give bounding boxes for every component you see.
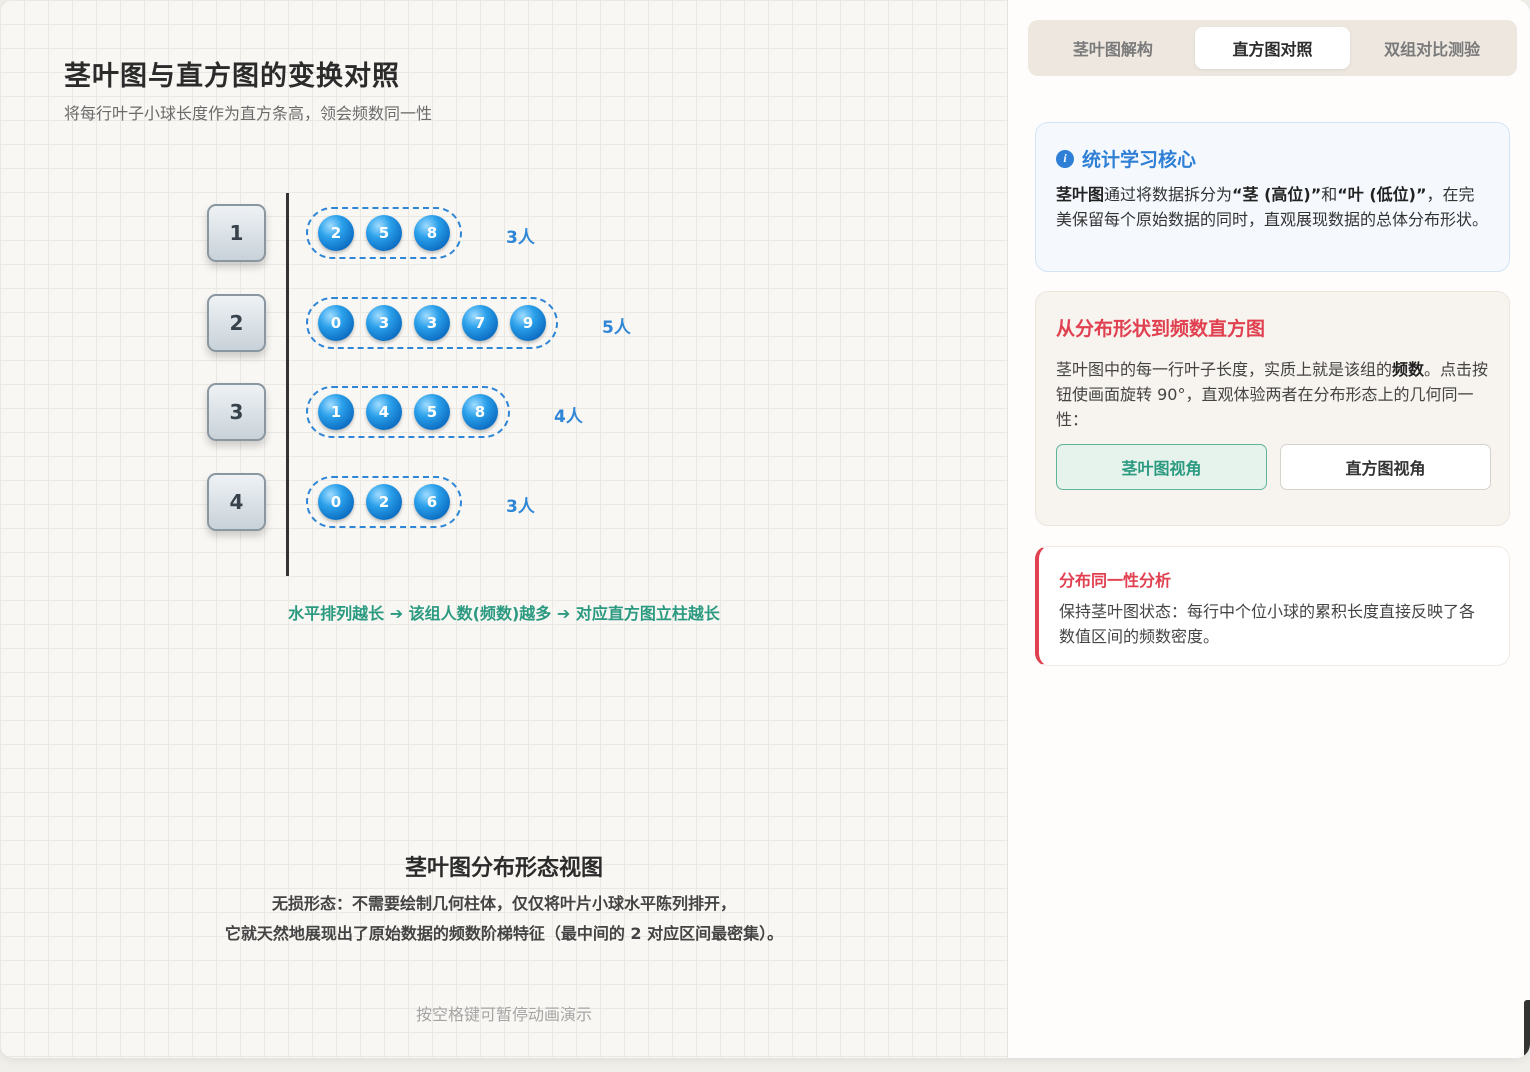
frequency-count: 5人 — [602, 318, 631, 338]
leaf-group: 026 — [306, 476, 462, 528]
tab-stemleaf-breakdown[interactable]: 茎叶图解构 — [1035, 27, 1191, 69]
tab-two-group-quiz[interactable]: 双组对比测验 — [1354, 27, 1510, 69]
frequency-caption: 水平排列越长 ➔ 该组人数(频数)越多 ➔ 对应直方图立柱越长 — [288, 604, 720, 623]
leaf-ball: 7 — [462, 305, 498, 341]
leaf-ball: 3 — [414, 305, 450, 341]
frequency-count: 3人 — [506, 497, 535, 517]
stem-box: 2 — [207, 294, 266, 352]
leaf-ball: 5 — [414, 394, 450, 430]
view-description-line-2: 它就天然地展现出了原始数据的频数阶梯特征（最中间的 2 对应区间最密集）。 — [224, 924, 784, 943]
leaf-ball: 0 — [318, 484, 354, 520]
core-concept-header: i 统计学习核心 — [1056, 145, 1489, 172]
tab-bar: 茎叶图解构 直方图对照 双组对比测验 — [1028, 20, 1517, 76]
core-concept-card: i 统计学习核心 茎叶图通过将数据拆分为“茎 (高位)”和“叶 (低位)”，在完… — [1035, 122, 1510, 272]
side-panel: 茎叶图解构 直方图对照 双组对比测验 i 统计学习核心 茎叶图通过将数据拆分为“… — [1009, 0, 1530, 1058]
stem-row: 3 1 4 5 8 4人 — [0, 383, 1008, 443]
term-stemleaf: 茎叶图 — [1056, 185, 1105, 204]
view-title: 茎叶图分布形态视图 — [404, 856, 603, 881]
analysis-card: 分布同一性分析 保持茎叶图状态：每行中个位小球的累积长度直接反映了各数值区间的频… — [1035, 546, 1510, 666]
leaf-group: 258 — [306, 207, 462, 259]
leaf-ball: 8 — [414, 215, 450, 251]
leaf-group: 1458 — [306, 386, 510, 438]
leaf-ball: 2 — [366, 484, 402, 520]
leaf-ball: 2 — [318, 215, 354, 251]
stem-box: 3 — [207, 383, 266, 441]
tab-histogram-compare[interactable]: 直方图对照 — [1194, 27, 1351, 69]
leaf-ball: 1 — [318, 394, 354, 430]
keyboard-hint: 按空格键可暂停动画演示 — [415, 1005, 592, 1024]
view-toggle-buttons: 茎叶图视角 直方图视角 — [1056, 444, 1491, 490]
app-window: 茎叶图与直方图的变换对照 将每行叶子小球长度作为直方条高，领会频数同一性 125… — [0, 0, 1530, 1058]
term-stem: “茎 (高位)” — [1232, 185, 1322, 204]
core-concept-title: 统计学习核心 — [1082, 149, 1197, 171]
frequency-count: 4人 — [554, 407, 583, 427]
stem-box: 4 — [207, 473, 266, 531]
term-leaf: “叶 (低位)” — [1337, 185, 1427, 204]
histogram-view-button[interactable]: 直方图视角 — [1280, 444, 1491, 490]
stem-box: 1 — [207, 204, 266, 262]
leaf-ball: 0 — [318, 305, 354, 341]
stemleaf-canvas: 茎叶图与直方图的变换对照 将每行叶子小球长度作为直方条高，领会频数同一性 125… — [0, 0, 1008, 1058]
stem-row: 1 2 5 8 3人 — [0, 204, 1008, 264]
core-text-2: 和 — [1321, 185, 1338, 204]
term-frequency: 频数 — [1392, 360, 1425, 379]
leaf-ball: 3 — [366, 305, 402, 341]
leaf-ball: 4 — [366, 394, 402, 430]
histogram-card-body: 茎叶图中的每一行叶子长度，实质上就是该组的频数。点击按钮使画面旋转 90°，直观… — [1056, 357, 1489, 432]
analysis-body: 保持茎叶图状态：每行中个位小球的累积长度直接反映了各数值区间的频数密度。 — [1059, 602, 1476, 646]
info-icon: i — [1056, 149, 1074, 168]
histogram-card-title: 从分布形状到频数直方图 — [1056, 318, 1266, 340]
scroll-edge — [1524, 1000, 1530, 1058]
histogram-card: 从分布形状到频数直方图 茎叶图中的每一行叶子长度，实质上就是该组的频数。点击按钮… — [1035, 291, 1510, 526]
core-concept-body: 茎叶图通过将数据拆分为“茎 (高位)”和“叶 (低位)”，在完美保留每个原始数据… — [1056, 182, 1489, 232]
leaf-ball: 5 — [366, 215, 402, 251]
stem-row: 4 0 2 6 3人 — [0, 473, 1008, 533]
hist-text-1: 茎叶图中的每一行叶子长度，实质上就是该组的 — [1056, 360, 1393, 379]
page-title: 茎叶图与直方图的变换对照 — [64, 61, 400, 92]
leaf-ball: 6 — [414, 484, 450, 520]
leaf-ball: 8 — [462, 394, 498, 430]
leaf-ball: 9 — [510, 305, 546, 341]
stem-row: 2 0 3 3 7 9 5人 — [0, 294, 1008, 354]
analysis-title: 分布同一性分析 — [1059, 571, 1172, 590]
frequency-count: 3人 — [506, 228, 535, 248]
view-description-line-1: 无损形态：不需要绘制几何柱体，仅仅将叶片小球水平陈列排开， — [271, 894, 736, 913]
leaf-group: 03379 — [306, 297, 558, 349]
core-text-1: 通过将数据拆分为 — [1104, 185, 1233, 204]
page-subtitle: 将每行叶子小球长度作为直方条高，领会频数同一性 — [64, 104, 433, 123]
stemleaf-view-button[interactable]: 茎叶图视角 — [1056, 444, 1267, 490]
